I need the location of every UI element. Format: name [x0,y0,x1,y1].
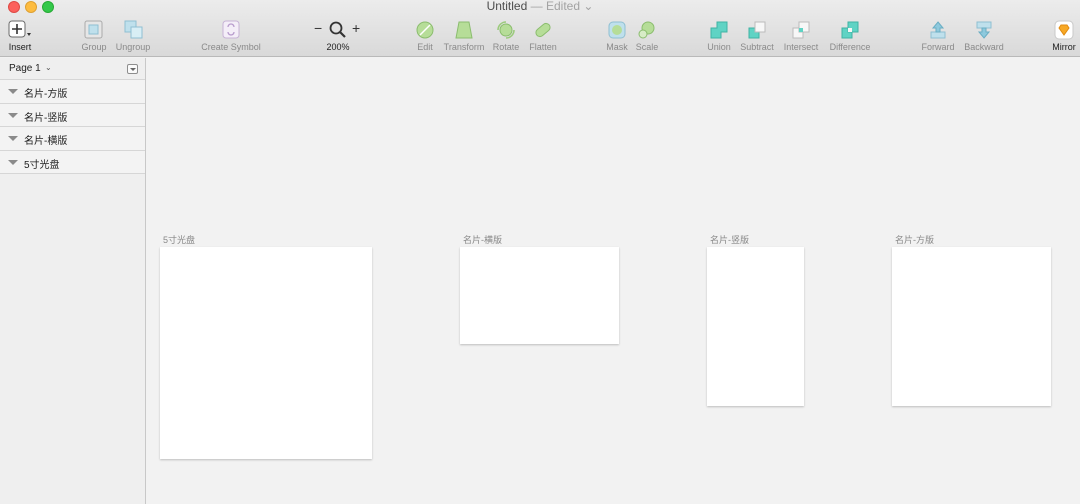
disclosure-triangle-icon[interactable] [8,159,18,165]
document-name: Untitled [486,0,528,13]
layer-row[interactable]: 5寸光盘 [0,150,145,174]
chevron-down-icon: ⌄ [45,63,52,72]
page-name: Page 1 [9,63,41,74]
flatten-label: Flatten [529,42,557,52]
artboard-card-landscape[interactable] [460,247,619,344]
union-icon [710,21,728,39]
magnifier-icon [329,21,346,38]
mirror-gem-icon [1054,20,1074,40]
artboard-title[interactable]: 名片-横版 [463,233,502,246]
backward-label: Backward [964,42,1004,52]
group-icon [84,20,103,39]
union-label: Union [707,42,731,52]
subtract-icon [748,21,766,39]
ungroup-label: Ungroup [115,42,151,52]
edit-label: Edit [417,42,433,52]
layer-name: 名片-竖版 [24,112,68,124]
create-symbol-label: Create Symbol [201,42,261,52]
disclosure-triangle-icon[interactable] [8,136,18,141]
difference-icon [841,21,859,39]
app-window: Untitled — Edited ⌄ Insert Group Ungroup… [0,0,1080,504]
layers-sidebar: Page 1 ⌄ 名片-方版 名片-竖版 名片-横版 5寸光盘 [0,58,146,504]
disclosure-triangle-icon[interactable] [8,112,18,118]
layer-row[interactable]: 名片-方版 [0,80,145,104]
intersect-label: Intersect [783,42,819,52]
artboard-title[interactable]: 名片-竖版 [710,233,749,246]
title-separator: — [530,0,543,13]
insert-label: Insert [8,42,32,52]
document-title[interactable]: Untitled — Edited ⌄ [0,0,1080,13]
ungroup-icon [124,20,143,39]
layer-name: 5寸光盘 [24,159,60,171]
page-selector[interactable]: Page 1 ⌄ [0,58,145,80]
canvas[interactable]: 5寸光盘 名片-横版 名片-竖版 名片-方版 [147,58,1080,504]
edit-icon [416,21,434,39]
artboard-cd[interactable] [160,247,372,459]
scale-label: Scale [635,42,659,52]
transform-icon [455,21,473,39]
scale-icon [638,21,655,39]
flatten-icon [535,22,551,38]
send-backward-icon [976,21,992,39]
layer-name: 名片-方版 [24,89,68,100]
bring-forward-icon [930,21,946,39]
zoom-out-button[interactable]: − [314,20,322,36]
title-caret-icon: ⌄ [583,0,594,13]
symbol-icon [222,20,240,39]
artboard-title[interactable]: 5寸光盘 [163,233,195,246]
disclosure-triangle-icon[interactable] [8,89,18,94]
document-status: Edited [545,0,580,13]
rotate-label: Rotate [492,42,520,52]
intersect-icon [792,21,810,39]
artboard-card-portrait[interactable] [707,247,804,406]
mask-icon [608,21,626,39]
plus-icon [8,20,31,38]
layer-row[interactable]: 名片-竖版 [0,103,145,127]
layer-row[interactable]: 名片-横版 [0,127,145,151]
zoom-level: 200% [326,42,350,52]
layer-name: 名片-横版 [24,136,68,147]
artboard-card-square[interactable] [892,247,1051,406]
zoom-in-button[interactable]: + [352,20,360,36]
subtract-label: Subtract [740,42,774,52]
group-label: Group [81,42,107,52]
collapse-pages-icon[interactable] [127,64,138,74]
artboard-title[interactable]: 名片-方版 [895,233,934,246]
forward-label: Forward [921,42,955,52]
title-bar: Untitled — Edited ⌄ Insert Group Ungroup… [0,0,1080,57]
mask-label: Mask [606,42,628,52]
transform-label: Transform [443,42,485,52]
mirror-label: Mirror [1052,42,1076,52]
rotate-icon [497,21,515,39]
difference-label: Difference [829,42,871,52]
